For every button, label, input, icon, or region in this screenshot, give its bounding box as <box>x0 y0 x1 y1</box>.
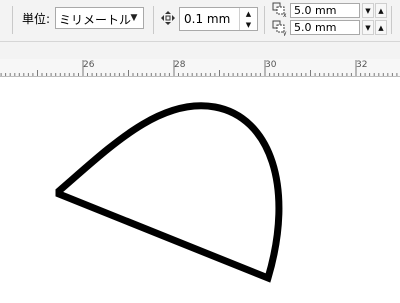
units-label: 単位: <box>22 12 51 26</box>
toolbar-gap <box>0 42 400 59</box>
nudge-spinner[interactable]: ▲ ▼ <box>239 8 257 30</box>
ruler-label-28: 28 <box>174 60 186 70</box>
spin-down-icon[interactable]: ▼ <box>240 19 257 30</box>
toolbar-separator <box>391 6 392 34</box>
chevron-down-icon[interactable]: ▼ <box>125 8 143 28</box>
duplicate-x-field[interactable]: 5.0 mm <box>290 3 360 18</box>
horizontal-ruler[interactable]: 26 28 30 32 <box>0 59 400 77</box>
duplicate-y-dropdown-button[interactable]: ▼ <box>362 20 374 35</box>
drawing-canvas[interactable] <box>0 77 400 300</box>
toolbar-separator <box>153 6 154 34</box>
duplicate-x-dropdown-button[interactable]: ▼ <box>362 3 374 18</box>
duplicate-y-up-button[interactable]: ▲ <box>375 20 387 35</box>
property-bar: 単位: ミリメートル ▼ 0.1 mm ▲ ▼ x 5.0 mm ▼ ▲ y 5… <box>0 0 400 42</box>
canvas-svg <box>55 102 283 283</box>
ruler-label-26: 26 <box>83 60 95 70</box>
ruler-ticks <box>0 60 398 76</box>
toolbar-separator <box>264 6 265 34</box>
chevron-down-icon: ▼ <box>365 6 371 15</box>
nudge-distance-field[interactable]: 0.1 mm ▲ ▼ <box>179 7 258 31</box>
duplicate-y-field[interactable]: 5.0 mm <box>290 20 360 35</box>
svg-text:y: y <box>283 30 287 36</box>
ruler-label-32: 32 <box>356 60 368 70</box>
nudge-arrows-icon <box>160 10 176 26</box>
chevron-up-icon: ▲ <box>378 6 384 15</box>
units-value: ミリメートル <box>59 13 132 27</box>
chevron-up-icon: ▲ <box>378 23 384 32</box>
ruler-label-30: 30 <box>265 60 277 70</box>
spin-up-icon[interactable]: ▲ <box>240 8 257 19</box>
duplicate-x-up-button[interactable]: ▲ <box>375 3 387 18</box>
half-circle-shape[interactable] <box>55 102 283 283</box>
svg-text:x: x <box>283 12 287 18</box>
nudge-distance-value: 0.1 mm <box>184 12 231 26</box>
duplicate-distance-x-icon: x <box>272 2 288 18</box>
chevron-down-icon: ▼ <box>365 23 371 32</box>
duplicate-y-value: 5.0 mm <box>294 21 337 34</box>
toolbar-separator <box>12 6 13 34</box>
duplicate-distance-y-icon: y <box>272 20 288 36</box>
units-dropdown[interactable]: ミリメートル ▼ <box>55 7 144 29</box>
duplicate-x-value: 5.0 mm <box>294 4 337 17</box>
